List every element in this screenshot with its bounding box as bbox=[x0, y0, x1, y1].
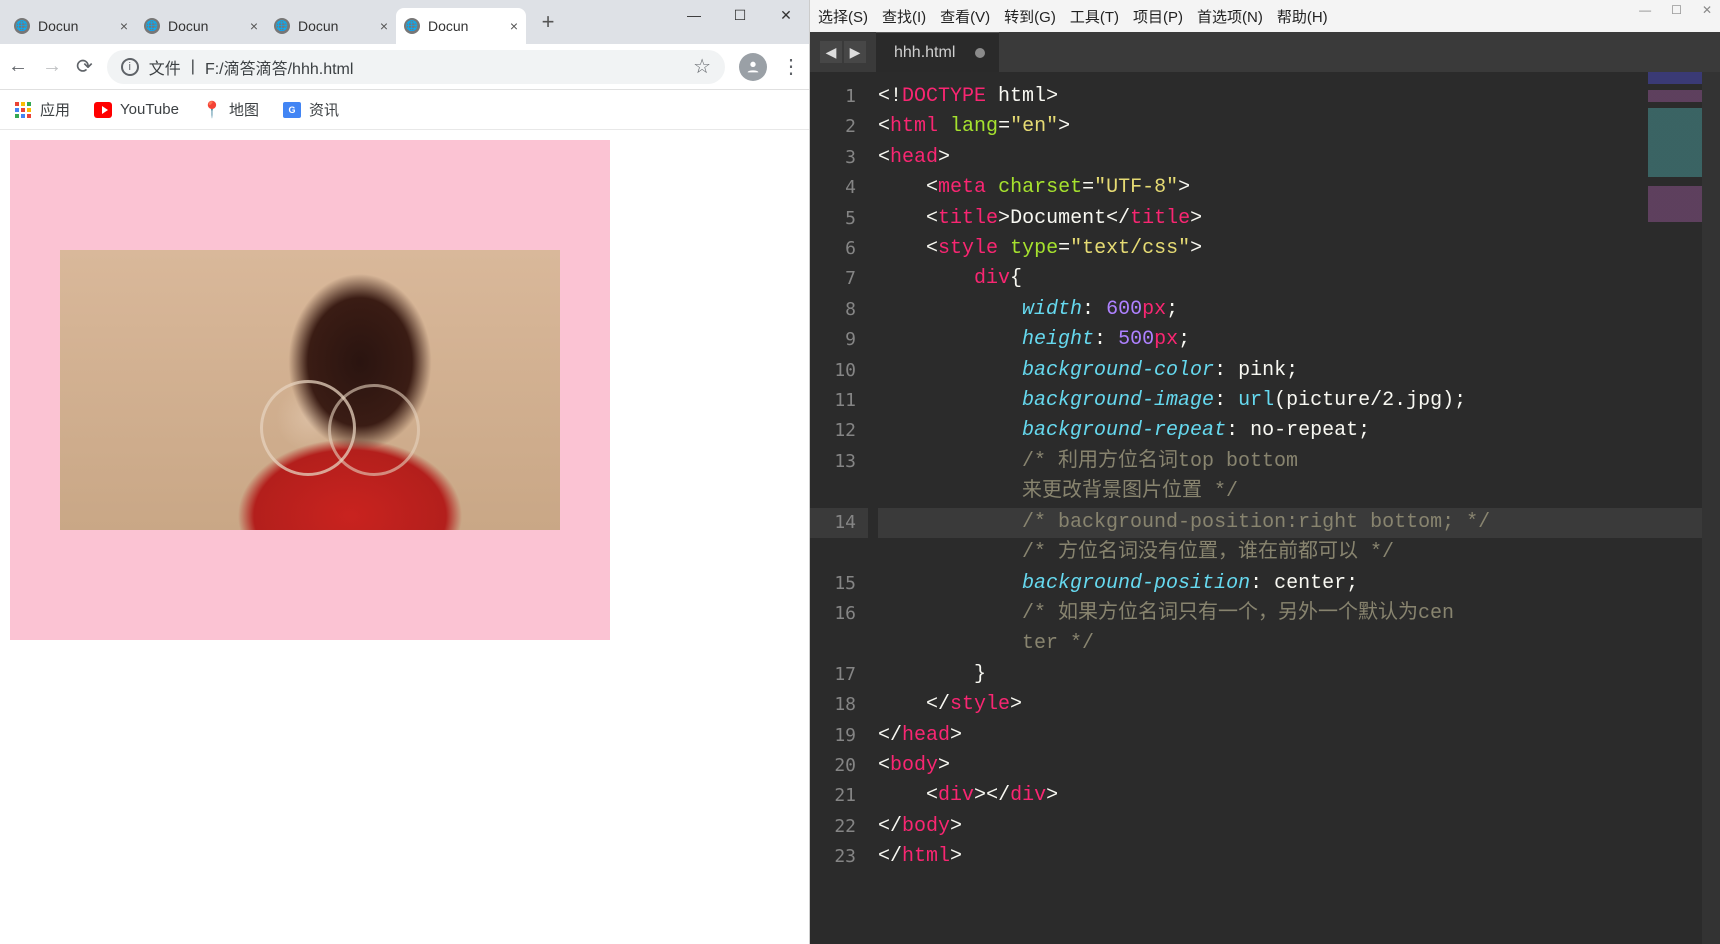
tab-close-icon[interactable]: × bbox=[250, 18, 258, 34]
editor-tab-label: hhh.html bbox=[894, 44, 955, 62]
browser-menu-icon[interactable]: ⋮ bbox=[781, 54, 801, 79]
editor-body: 12345678910111213 14 1516 17181920212223… bbox=[810, 72, 1720, 944]
globe-icon: 🌐 bbox=[404, 18, 420, 34]
code-area[interactable]: <!DOCTYPE html> <html lang="en"> <head> … bbox=[868, 72, 1720, 944]
bookmark-label: 地图 bbox=[229, 99, 259, 120]
back-icon[interactable]: ← bbox=[8, 55, 28, 78]
unsaved-dot-icon bbox=[975, 48, 985, 58]
history-forward-icon[interactable]: ▶ bbox=[844, 41, 866, 63]
menu-item[interactable]: 查找(I) bbox=[882, 6, 926, 27]
editor-history-nav: ◀ ▶ bbox=[810, 41, 876, 63]
site-info-icon[interactable]: i bbox=[121, 58, 139, 76]
editor-menu-bar: 选择(S) 查找(I) 查看(V) 转到(G) 工具(T) 项目(P) 首选项(… bbox=[810, 0, 1720, 32]
menu-item[interactable]: 帮助(H) bbox=[1277, 6, 1328, 27]
editor-window-controls: — ☐ ✕ bbox=[1639, 3, 1712, 17]
maps-icon: 📍 bbox=[203, 101, 221, 119]
window-close-button[interactable]: ✕ bbox=[1702, 3, 1712, 17]
address-url: F:/滴答滴答/hhh.html bbox=[205, 55, 353, 79]
menu-item[interactable]: 首选项(N) bbox=[1197, 6, 1263, 27]
profile-avatar-icon[interactable] bbox=[739, 53, 767, 81]
tab-close-icon[interactable]: × bbox=[380, 18, 388, 34]
window-maximize-button[interactable]: ☐ bbox=[717, 0, 763, 30]
bookmark-label: 应用 bbox=[40, 99, 70, 120]
browser-tab[interactable]: 🌐 Docun × bbox=[136, 8, 266, 44]
browser-tab-active[interactable]: 🌐 Docun × bbox=[396, 8, 526, 44]
new-tab-button[interactable]: + bbox=[532, 9, 564, 35]
window-controls: — ☐ ✕ bbox=[671, 0, 809, 30]
minimap[interactable] bbox=[1648, 72, 1702, 222]
address-scheme: 文件 bbox=[149, 55, 181, 79]
apps-grid-icon bbox=[14, 101, 32, 119]
tab-close-icon[interactable]: × bbox=[510, 18, 518, 34]
forward-icon[interactable]: → bbox=[42, 55, 62, 78]
globe-icon: 🌐 bbox=[14, 18, 30, 34]
tab-label: Docun bbox=[168, 18, 246, 34]
reload-icon[interactable]: ⟳ bbox=[76, 54, 93, 79]
tab-label: Docun bbox=[298, 18, 376, 34]
history-back-icon[interactable]: ◀ bbox=[820, 41, 842, 63]
editor-tab-active[interactable]: hhh.html bbox=[876, 32, 999, 72]
menu-item[interactable]: 查看(V) bbox=[940, 6, 990, 27]
vertical-scrollbar[interactable] bbox=[1702, 72, 1720, 944]
bookmark-maps[interactable]: 📍 地图 bbox=[203, 99, 259, 120]
pink-div bbox=[10, 140, 610, 640]
browser-window: — ☐ ✕ 🌐 Docun × 🌐 Docun × 🌐 Docun × 🌐 Do… bbox=[0, 0, 810, 944]
window-close-button[interactable]: ✕ bbox=[763, 0, 809, 30]
address-separator: | bbox=[191, 58, 195, 76]
bookmark-apps[interactable]: 应用 bbox=[14, 99, 70, 120]
bookmarks-bar: 应用 YouTube 📍 地图 G 资讯 bbox=[0, 90, 809, 130]
background-image bbox=[60, 250, 560, 530]
bookmark-label: 资讯 bbox=[309, 99, 339, 120]
browser-toolbar: ← → ⟳ i 文件 | F:/滴答滴答/hhh.html ☆ ⋮ bbox=[0, 44, 809, 90]
menu-item[interactable]: 选择(S) bbox=[818, 6, 868, 27]
editor-tab-bar: ◀ ▶ hhh.html bbox=[810, 32, 1720, 72]
bookmark-label: YouTube bbox=[120, 101, 179, 118]
line-number-gutter[interactable]: 12345678910111213 14 1516 17181920212223 bbox=[810, 72, 868, 944]
editor-window: 选择(S) 查找(I) 查看(V) 转到(G) 工具(T) 项目(P) 首选项(… bbox=[810, 0, 1720, 944]
bookmark-news[interactable]: G 资讯 bbox=[283, 99, 339, 120]
tab-label: Docun bbox=[38, 18, 116, 34]
window-minimize-button[interactable]: — bbox=[671, 0, 717, 30]
globe-icon: 🌐 bbox=[144, 18, 160, 34]
tab-label: Docun bbox=[428, 18, 506, 34]
youtube-icon bbox=[94, 101, 112, 119]
bookmark-star-icon[interactable]: ☆ bbox=[693, 54, 711, 79]
window-maximize-button[interactable]: ☐ bbox=[1671, 3, 1682, 17]
tab-close-icon[interactable]: × bbox=[120, 18, 128, 34]
globe-icon: 🌐 bbox=[274, 18, 290, 34]
menu-item[interactable]: 项目(P) bbox=[1133, 6, 1183, 27]
window-minimize-button[interactable]: — bbox=[1639, 3, 1651, 17]
browser-tab[interactable]: 🌐 Docun × bbox=[6, 8, 136, 44]
browser-tab[interactable]: 🌐 Docun × bbox=[266, 8, 396, 44]
rendered-page bbox=[0, 130, 809, 944]
menu-item[interactable]: 转到(G) bbox=[1004, 6, 1056, 27]
menu-item[interactable]: 工具(T) bbox=[1070, 6, 1119, 27]
news-icon: G bbox=[283, 101, 301, 119]
address-bar[interactable]: i 文件 | F:/滴答滴答/hhh.html ☆ bbox=[107, 50, 725, 84]
bookmark-youtube[interactable]: YouTube bbox=[94, 101, 179, 119]
